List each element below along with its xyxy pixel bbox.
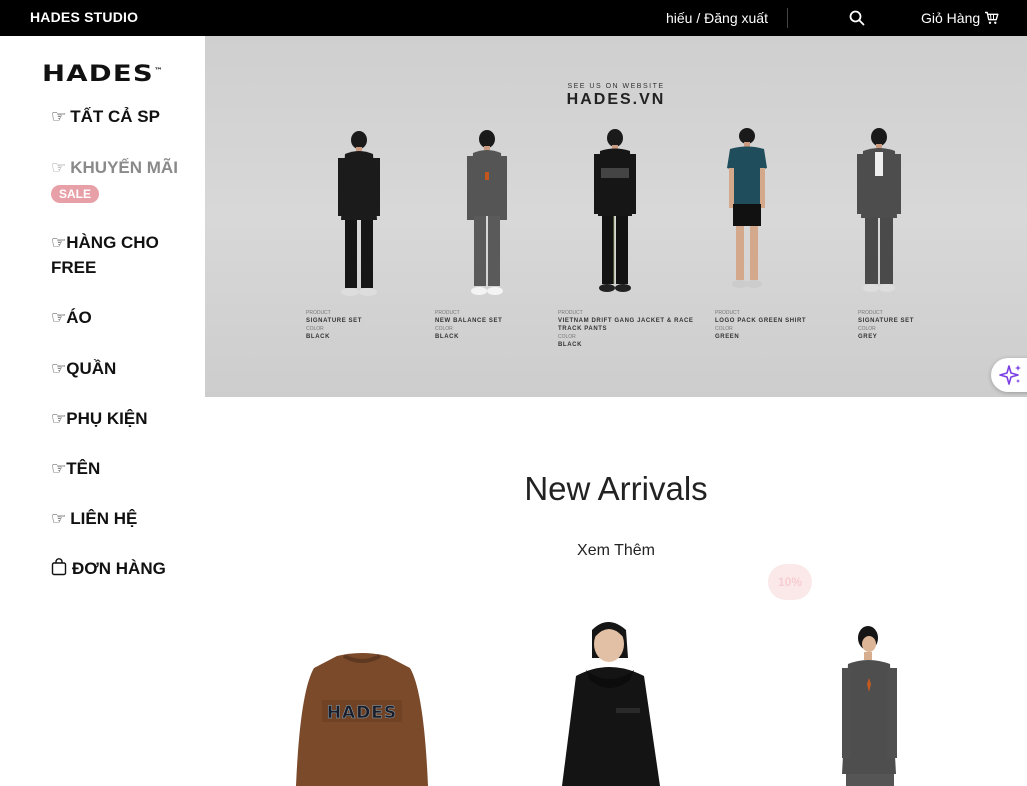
- pointing-hand-icon: ☞: [51, 409, 67, 428]
- sidebar-item-free-items[interactable]: ☞HÀNG CHO FREE: [51, 230, 191, 280]
- hades-logo[interactable]: HADES™: [42, 62, 164, 87]
- divider: [787, 8, 788, 28]
- sidebar-item-accessories[interactable]: ☞PHỤ KIỆN: [51, 406, 191, 431]
- model-figure-4: [727, 128, 767, 288]
- product-image-2[interactable]: [556, 618, 666, 786]
- discount-badge: 10%: [768, 564, 812, 600]
- sidebar-item-name[interactable]: ☞TÊN: [51, 456, 191, 481]
- sidebar-item-pants[interactable]: ☞QUẦN: [51, 356, 191, 381]
- product-image-1[interactable]: HADES: [292, 652, 432, 786]
- sparkle-icon: [999, 365, 1021, 385]
- brand-name[interactable]: HADES STUDIO: [30, 9, 138, 25]
- search-icon[interactable]: [848, 9, 866, 27]
- banner-product-caption-1: PRODUCT SIGNATURE SET COLOR BLACK: [306, 310, 363, 340]
- see-more-link[interactable]: Xem Thêm: [205, 542, 1027, 560]
- shopping-bag-icon: [51, 558, 67, 576]
- banner-product-caption-3: PRODUCT VIETNAM DRIFT GANG JACKET & RACE…: [558, 310, 694, 348]
- banner-product-caption-2: PRODUCT NEW BALANCE SET COLOR BLACK: [435, 310, 503, 340]
- sale-badge: SALE: [51, 185, 100, 203]
- banner-subtitle: SEE US ON WEBSITE: [567, 83, 665, 90]
- pointing-hand-icon: ☞: [51, 308, 67, 327]
- sidebar-nav: HADES™ ☞ TẤT CẢ SP ☞ KHUYẾN MÃI SALE ☞HÀNG…: [0, 36, 205, 786]
- pointing-hand-icon: ☞: [51, 459, 67, 478]
- pointing-hand-icon: ☞: [51, 233, 67, 252]
- account-logout-link[interactable]: hiếu / Đăng xuất: [666, 10, 768, 26]
- sidebar-item-promotion[interactable]: ☞ KHUYẾN MÃI SALE: [51, 155, 191, 205]
- pointing-hand-icon: ☞: [51, 158, 67, 177]
- model-figure-3: [594, 129, 636, 292]
- hero-banner[interactable]: SEE US ON WEBSITE HADES.VN PRODUCT SIGNA…: [205, 36, 1027, 397]
- section-title-new-arrivals: New Arrivals: [524, 470, 708, 507]
- banner-product-caption-4: PRODUCT LOGO PACK GREEN SHIRT COLOR GREE…: [715, 310, 807, 340]
- pointing-hand-icon: ☞: [51, 359, 67, 378]
- banner-product-caption-5: PRODUCT SIGNATURE SET COLOR GREY: [858, 310, 915, 340]
- model-figure-1: [338, 131, 380, 296]
- cart-button[interactable]: Giỏ Hàng: [921, 10, 999, 26]
- product-image-3[interactable]: [838, 626, 904, 786]
- sidebar-item-orders[interactable]: ĐƠN HÀNG: [51, 556, 191, 581]
- cart-icon: [985, 11, 999, 24]
- banner-title: HADES.VN: [566, 91, 666, 108]
- sidebar-item-contact[interactable]: ☞ LIÊN HỆ: [51, 506, 191, 531]
- model-figure-2: [467, 130, 507, 295]
- pointing-hand-icon: ☞: [51, 509, 67, 528]
- top-bar: HADES STUDIO hiếu / Đăng xuất Giỏ Hàng: [0, 0, 1027, 36]
- model-figure-5: [857, 128, 901, 292]
- cart-label: Giỏ Hàng: [921, 10, 981, 26]
- sidebar-item-shirts[interactable]: ☞ÁO: [51, 305, 191, 330]
- product-print-text: HADES: [327, 703, 397, 723]
- ai-assistant-button[interactable]: [991, 358, 1027, 392]
- pointing-hand-icon: ☞: [51, 107, 67, 126]
- sidebar-item-all-products[interactable]: ☞ TẤT CẢ SP: [51, 104, 191, 129]
